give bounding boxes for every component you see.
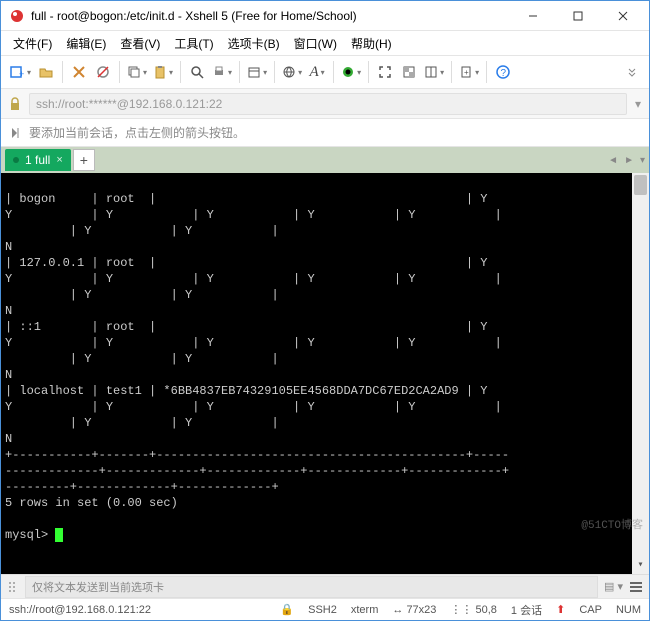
menubar: 文件(F) 编辑(E) 查看(V) 工具(T) 选项卡(B) 窗口(W) 帮助(… xyxy=(1,31,649,55)
layout-button[interactable] xyxy=(422,59,446,85)
tab-add-button[interactable]: + xyxy=(73,149,95,171)
separator xyxy=(274,61,275,83)
tab-active[interactable]: 1 full × xyxy=(5,149,71,171)
status-cursor-icon: ⋮⋮ xyxy=(450,604,475,616)
scrollbar[interactable]: ▾ xyxy=(632,173,649,574)
svg-text:+: + xyxy=(464,68,469,77)
tab-bar: 1 full × + ◄ ► ▾ xyxy=(1,147,649,173)
scrollbar-down-icon[interactable]: ▾ xyxy=(632,557,649,574)
maximize-button[interactable] xyxy=(555,2,600,30)
window-title: full - root@bogon:/etc/init.d - Xshell 5… xyxy=(31,9,510,23)
separator xyxy=(62,61,63,83)
address-bar: ssh://root:******@192.168.0.121:22 ▾ xyxy=(1,89,649,119)
separator xyxy=(180,61,181,83)
status-caps: CAP xyxy=(579,604,602,616)
hint-bar: 要添加当前会话，点击左侧的箭头按钮。 xyxy=(1,119,649,147)
color-button[interactable] xyxy=(339,59,363,85)
open-button[interactable] xyxy=(35,59,57,85)
grip-icon[interactable] xyxy=(7,580,17,594)
tab-status-icon xyxy=(13,157,19,163)
status-ssh: SSH2 xyxy=(308,604,337,616)
svg-text:?: ? xyxy=(501,68,507,79)
status-size: 77x23 xyxy=(406,604,436,616)
app-icon xyxy=(9,8,25,24)
script-button[interactable]: + xyxy=(457,59,481,85)
address-dropdown-icon[interactable]: ▾ xyxy=(635,97,641,111)
compose-target-icon[interactable]: ▤ ▾ xyxy=(604,580,623,593)
status-lock-icon: 🔒 xyxy=(280,603,294,616)
tab-nav: ◄ ► ▾ xyxy=(608,155,645,166)
menu-view[interactable]: 查看(V) xyxy=(114,33,166,54)
menu-edit[interactable]: 编辑(E) xyxy=(60,33,112,54)
menu-help[interactable]: 帮助(H) xyxy=(345,33,398,54)
menu-window[interactable]: 窗口(W) xyxy=(288,33,343,54)
encoding-button[interactable] xyxy=(280,59,304,85)
separator xyxy=(333,61,334,83)
menu-tabs[interactable]: 选项卡(B) xyxy=(222,33,286,54)
minimize-button[interactable] xyxy=(510,2,555,30)
separator xyxy=(119,61,120,83)
status-term: xterm xyxy=(351,604,379,616)
separator xyxy=(239,61,240,83)
toolbar: + A + ? xyxy=(1,55,649,89)
disconnect-button[interactable] xyxy=(92,59,114,85)
titlebar: full - root@bogon:/etc/init.d - Xshell 5… xyxy=(1,1,649,31)
hint-text: 要添加当前会话，点击左侧的箭头按钮。 xyxy=(29,124,245,141)
find-button[interactable] xyxy=(186,59,208,85)
paste-button[interactable] xyxy=(151,59,175,85)
svg-text:+: + xyxy=(19,69,24,79)
copy-button[interactable] xyxy=(125,59,149,85)
toolbar-overflow-icon[interactable] xyxy=(621,59,643,85)
status-connection: ssh://root@192.168.0.121:22 xyxy=(9,604,151,616)
print-button[interactable] xyxy=(210,59,234,85)
font-button[interactable]: A xyxy=(306,59,328,85)
tab-prev-icon[interactable]: ◄ xyxy=(608,155,618,166)
compose-menu-icon[interactable] xyxy=(629,581,643,593)
cursor-icon xyxy=(55,528,63,542)
separator xyxy=(486,61,487,83)
compose-bar: 仅将文本发送到当前选项卡 ▤ ▾ xyxy=(1,574,649,598)
fullscreen-button[interactable] xyxy=(374,59,396,85)
status-size-icon: ↔ xyxy=(392,604,406,616)
separator xyxy=(451,61,452,83)
help-button[interactable]: ? xyxy=(492,59,514,85)
status-num: NUM xyxy=(616,604,641,616)
menu-file[interactable]: 文件(F) xyxy=(7,33,58,54)
menu-tools[interactable]: 工具(T) xyxy=(168,33,219,54)
status-sessions: 1 会话 xyxy=(511,602,542,618)
close-button[interactable] xyxy=(600,2,645,30)
terminal-output: | bogon | root | | Y Y | Y | Y | Y | Y |… xyxy=(5,192,509,542)
watermark: @51CTO博客 xyxy=(581,518,643,534)
new-session-button[interactable]: + xyxy=(7,59,33,85)
hint-arrow-icon[interactable] xyxy=(9,126,23,140)
lock-icon xyxy=(9,97,21,111)
terminal[interactable]: | bogon | root | | Y Y | Y | Y | Y | Y |… xyxy=(1,173,649,574)
tab-next-icon[interactable]: ► xyxy=(624,155,634,166)
status-cursor: 50,8 xyxy=(475,604,496,616)
address-input[interactable]: ssh://root:******@192.168.0.121:22 xyxy=(29,93,627,115)
status-bar: ssh://root@192.168.0.121:22 🔒 SSH2 xterm… xyxy=(1,598,649,620)
transparency-button[interactable] xyxy=(398,59,420,85)
scrollbar-thumb[interactable] xyxy=(634,175,647,195)
compose-input[interactable]: 仅将文本发送到当前选项卡 xyxy=(25,576,598,598)
reconnect-button[interactable] xyxy=(68,59,90,85)
tab-close-icon[interactable]: × xyxy=(56,154,62,166)
tab-menu-icon[interactable]: ▾ xyxy=(640,155,645,166)
properties-button[interactable] xyxy=(245,59,269,85)
status-link-icon: ⬆ xyxy=(556,603,565,616)
separator xyxy=(368,61,369,83)
tab-label: 1 full xyxy=(25,153,50,167)
